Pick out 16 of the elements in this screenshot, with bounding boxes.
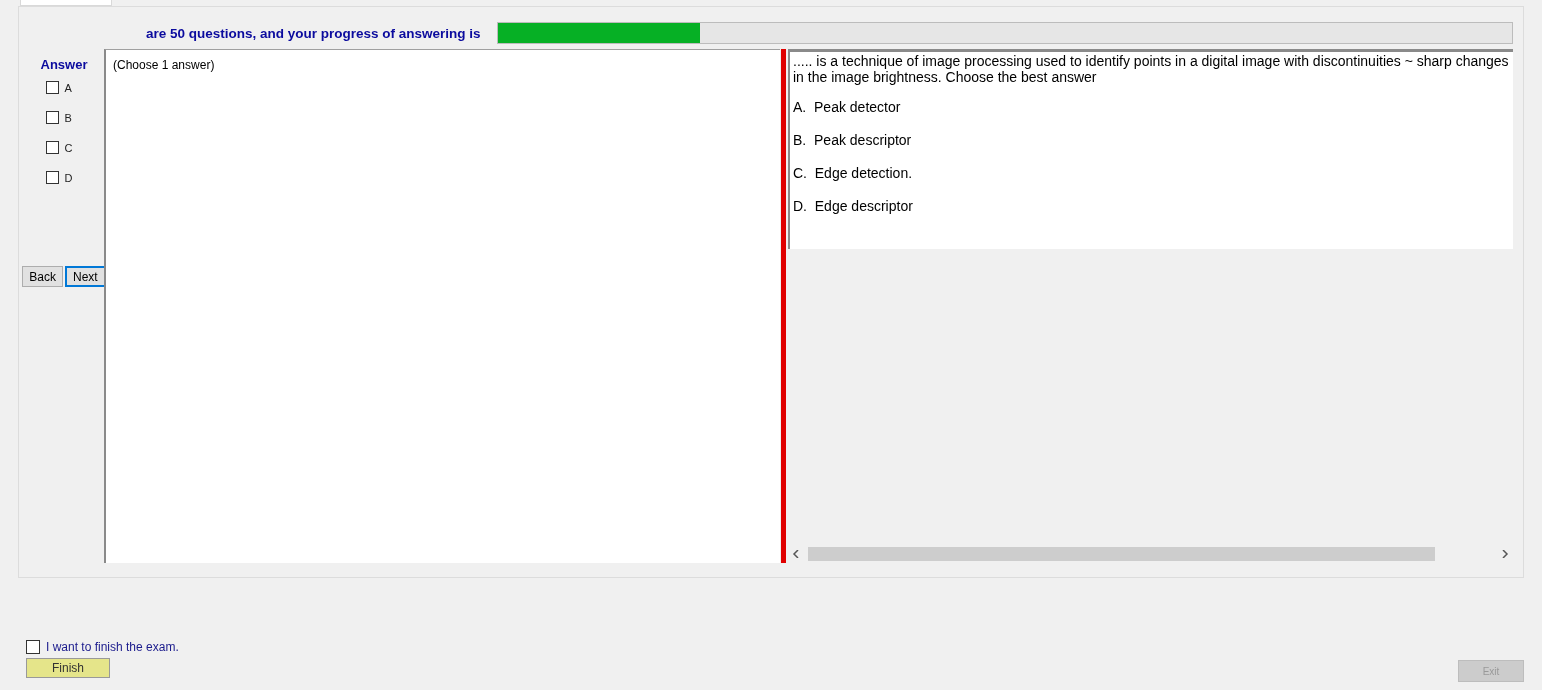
progress-label: are 50 questions, and your progress of answering is	[146, 25, 481, 41]
next-button[interactable]: Next	[65, 266, 106, 287]
answer-hint: (Choose 1 answer)	[113, 58, 215, 72]
question-text: ..... is a technique of image processing used to identify points in a digital image with discontinuities ~ sharp changes in the image brightness. Choose the best answer	[793, 53, 1510, 85]
finish-button[interactable]: Finish	[26, 658, 110, 678]
splitter[interactable]	[781, 49, 786, 563]
back-button[interactable]: Back	[22, 266, 63, 287]
choice-text: A. Peak detector	[793, 99, 902, 115]
choice-text: D. Edge descriptor	[793, 198, 914, 214]
choice-text: C. Edge detection.	[793, 165, 914, 181]
choice-text: B. Peak descriptor	[793, 132, 913, 148]
scroll-right-icon[interactable]	[1501, 550, 1509, 558]
scroll-left-icon[interactable]	[792, 550, 800, 558]
answer-heading: Answer	[40, 57, 88, 72]
tab[interactable]	[20, 0, 112, 6]
finish-checkbox[interactable]: I want to finish the exam.	[26, 640, 1524, 654]
